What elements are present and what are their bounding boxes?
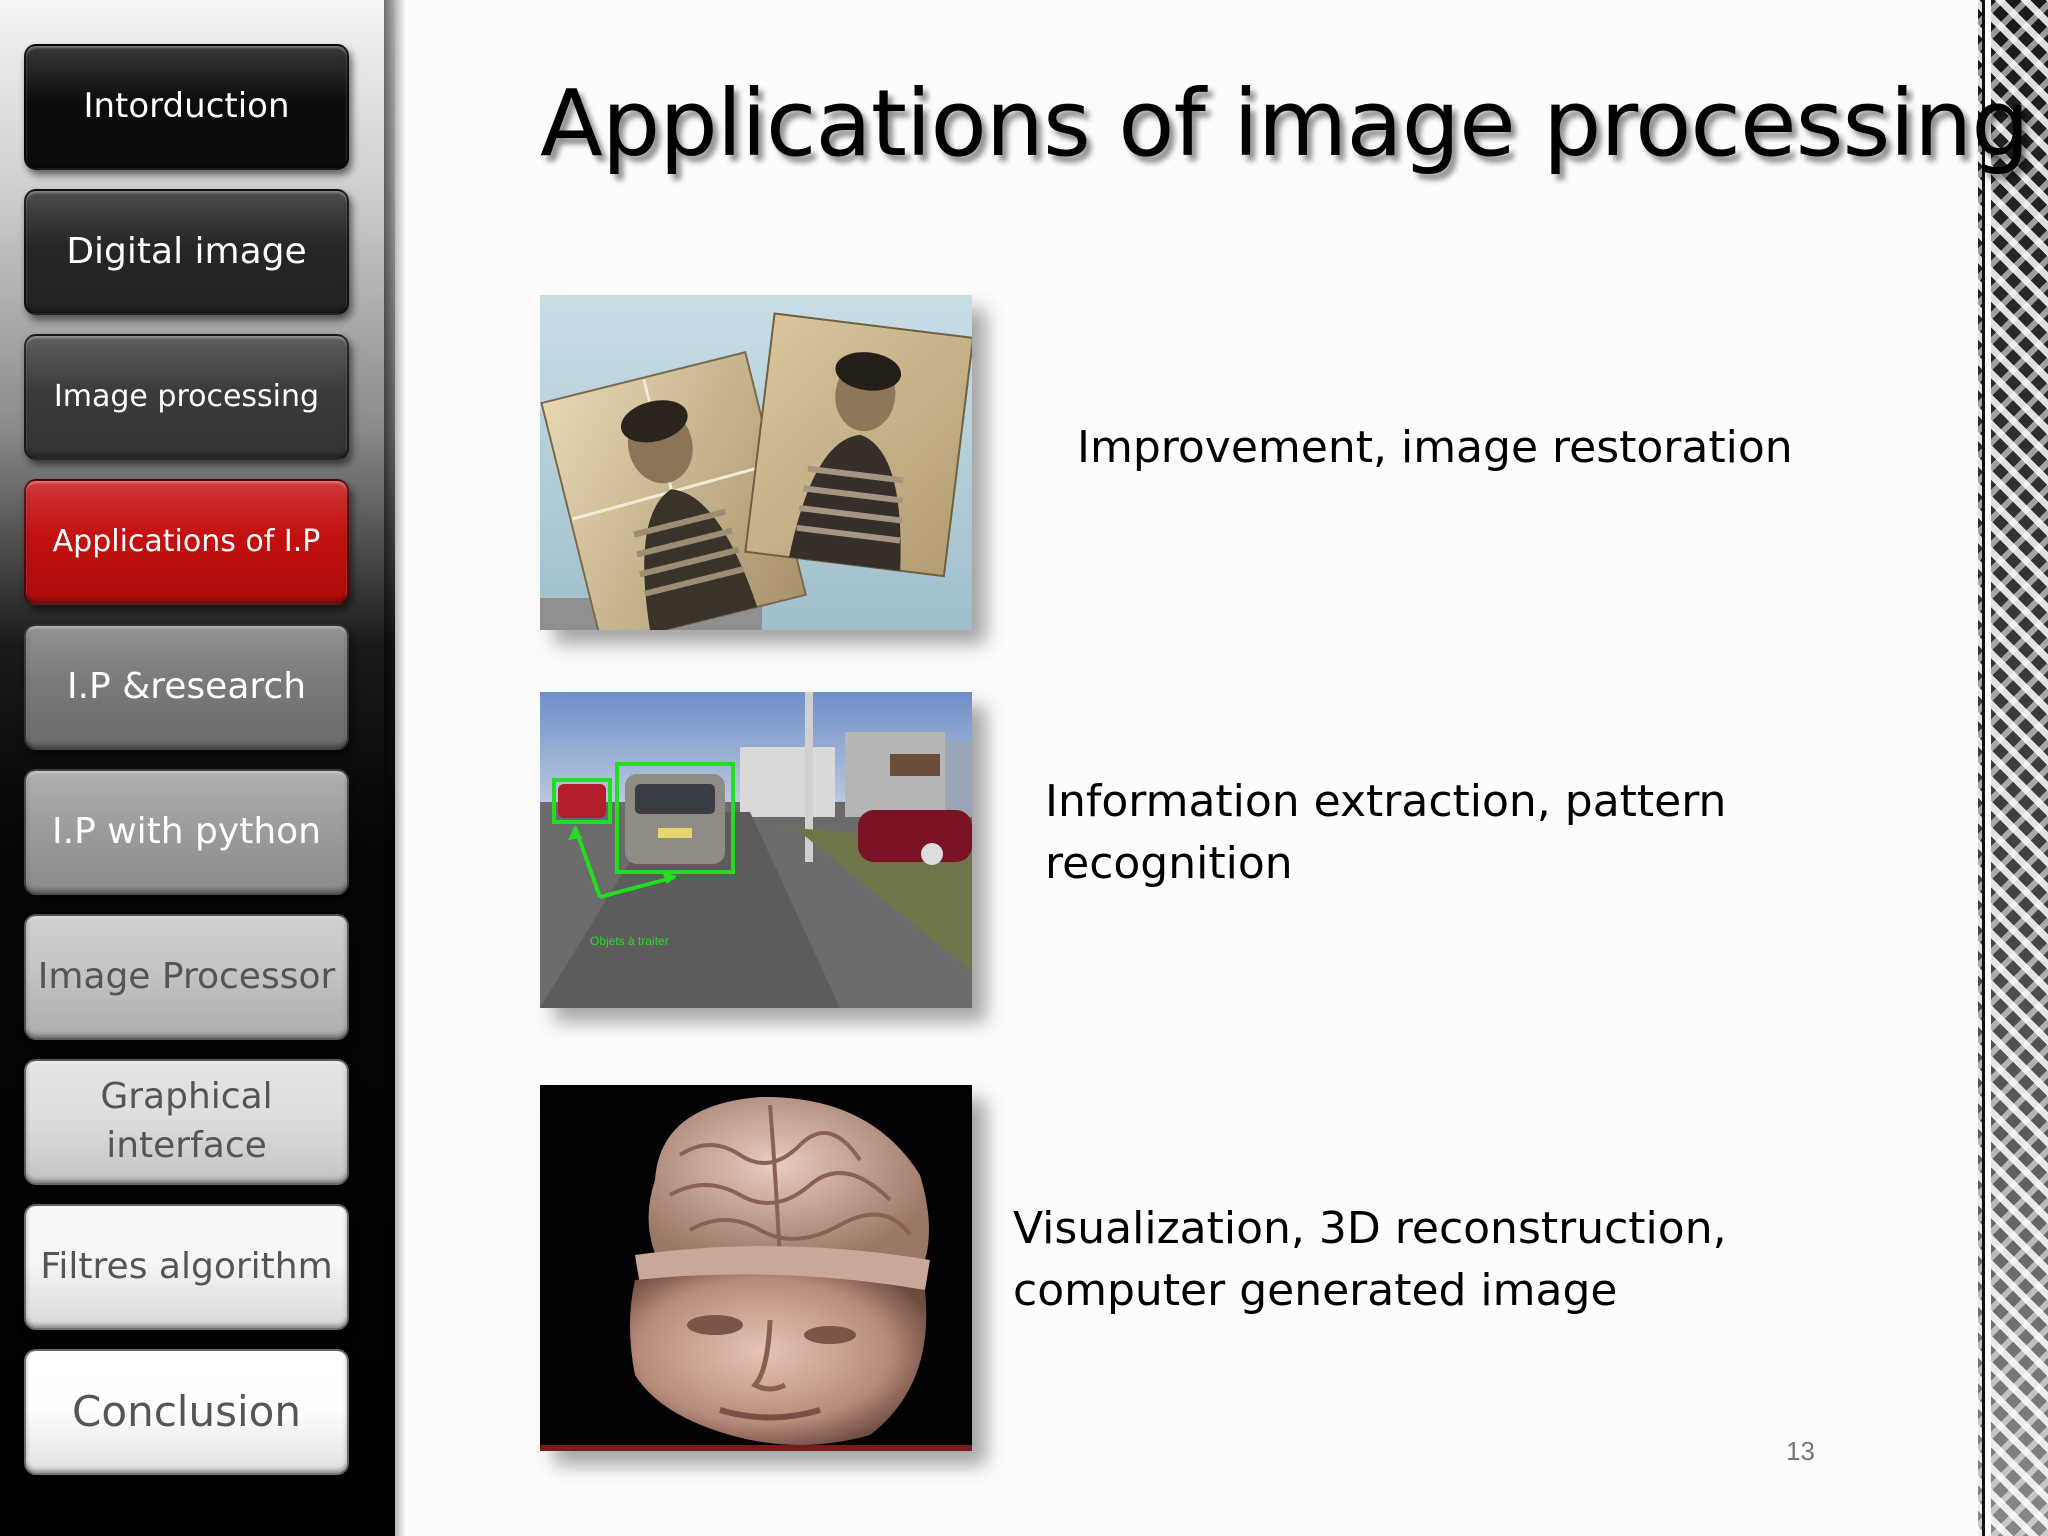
nav-item-conclusion[interactable]: Conclusion [24,1349,349,1475]
nav-item-label: I.P &research [66,665,307,707]
nav-item-applications[interactable]: Applications of I.P [24,479,349,605]
caption-visualization: Visualization, 3D reconstruction, comput… [1013,1203,1727,1316]
nav-item-graphical-interface[interactable]: Graphical interface [24,1059,349,1185]
nav-item-label: Conclusion [72,1386,301,1436]
slide-title: Applications of image processing [540,70,2030,177]
sidebar-shadow [384,0,406,1536]
nav-item-label: Image Processor [37,955,336,997]
nav-item-python[interactable]: I.P with python [24,769,349,895]
nav-item-research[interactable]: I.P &research [24,624,349,750]
detection-overlay-label: Objets à traiter [590,934,669,948]
sidebar-nav: Intorduction Digital image Image process… [0,0,395,1536]
caption-extraction: Information extraction, pattern recognit… [1045,776,1727,889]
nav-item-label: Intorduction [83,86,290,127]
nav-item-digital-image[interactable]: Digital image [24,189,349,315]
nav-item-label: Digital image [66,230,307,272]
decorative-divider [1982,0,1991,1536]
restored-photos-image [540,295,972,630]
nav-item-filters-algorithm[interactable]: Filtres algorithm [24,1204,349,1330]
caption-restoration: Improvement, image restoration [1077,422,1793,473]
3d-head-brain-image [540,1085,972,1451]
car-detection-image: Objets à traiter [540,692,972,1008]
nav-item-image-processor[interactable]: Image Processor [24,914,349,1040]
nav-item-label: Graphical interface [100,1076,273,1166]
page-number: 13 [1786,1436,1815,1466]
nav-item-label: Filtres algorithm [40,1245,333,1287]
nav-item-label: I.P with python [52,810,321,852]
nav-item-label: Image processing [53,378,320,414]
nav-item-image-processing[interactable]: Image processing [24,334,349,460]
nav-item-introduction[interactable]: Intorduction [24,44,349,170]
nav-item-label: Applications of I.P [52,523,321,559]
